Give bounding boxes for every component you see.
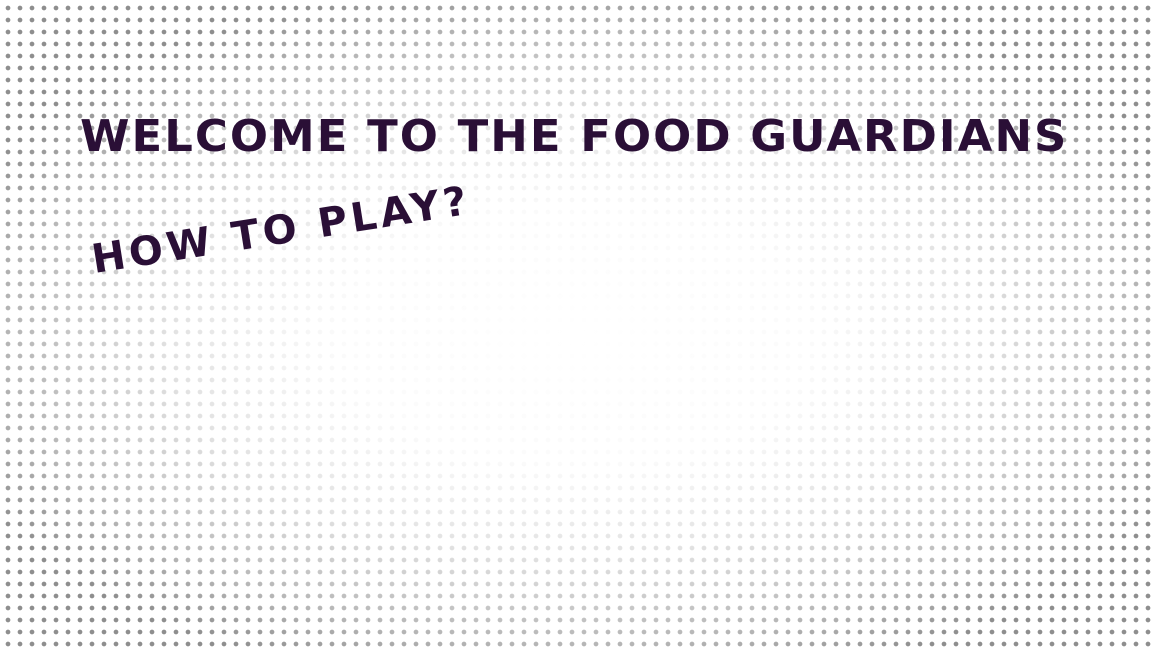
game-screen: WELCOME TO THE FOOD GUARDIANS HOW TO PLA… xyxy=(0,0,1152,648)
background-vignette xyxy=(0,0,1152,648)
game-title: WELCOME TO THE FOOD GUARDIANS xyxy=(80,111,1069,162)
